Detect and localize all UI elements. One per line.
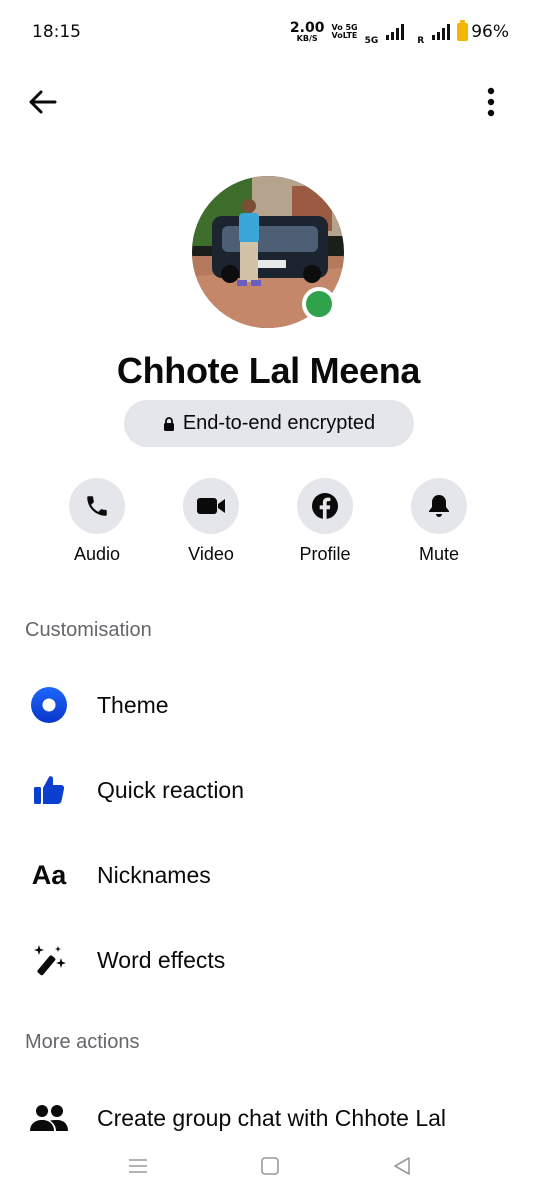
lock-icon — [163, 416, 174, 431]
mute-button[interactable]: Mute — [389, 478, 489, 565]
video-call-button[interactable]: Video — [161, 478, 261, 565]
encryption-label: End-to-end encrypted — [182, 412, 376, 434]
back-button[interactable] — [24, 84, 60, 120]
mute-label: Mute — [418, 544, 460, 564]
theme-row[interactable]: Theme — [0, 675, 537, 735]
network-speed-value: 2.00 — [289, 20, 325, 36]
more-vertical-icon — [487, 87, 495, 117]
bell-icon — [429, 495, 449, 517]
arrow-left-icon — [29, 90, 57, 114]
nicknames-aa-icon: Aa — [28, 854, 70, 896]
battery-indicator: 96% — [457, 20, 509, 42]
profile-button[interactable]: Profile — [275, 478, 375, 565]
network-speed-unit: KB/S — [296, 34, 318, 43]
aa-glyph: Aa — [31, 859, 67, 890]
home-square-icon — [261, 1157, 279, 1175]
quick-actions: Audio Video Profile Mute — [0, 478, 537, 568]
status-icons: 2.00 KB/S Vo 5G VoLTE 5G R 96% — [290, 18, 509, 46]
more-options-button[interactable] — [481, 84, 501, 120]
theme-circle-icon — [28, 684, 70, 726]
profile-circle — [297, 478, 353, 534]
encryption-badge[interactable]: End-to-end encrypted — [124, 400, 414, 447]
profile-label: Profile — [299, 544, 351, 564]
quick-reaction-row[interactable]: Quick reaction — [0, 760, 537, 820]
video-label: Video — [188, 544, 234, 564]
network-speed: 2.00 KB/S — [290, 21, 325, 43]
sim1-label: 5G — [364, 36, 379, 46]
recent-apps-button[interactable] — [124, 1154, 152, 1178]
online-status-dot — [302, 287, 336, 321]
nicknames-label: Nicknames — [97, 861, 211, 888]
people-icon — [28, 1097, 70, 1139]
profile-name: Chhote Lal Meena — [116, 350, 421, 391]
system-back-button[interactable] — [388, 1154, 416, 1178]
mute-circle — [411, 478, 467, 534]
video-camera-icon — [197, 498, 225, 514]
network-tech-2: VoLTE — [331, 31, 358, 40]
battery-icon — [457, 20, 469, 41]
signal-icon — [386, 24, 405, 40]
signal-icon — [432, 24, 451, 40]
status-time: 18:15 — [32, 22, 81, 42]
thumbs-up-icon — [28, 769, 70, 811]
battery-percent: 96% — [471, 22, 509, 42]
more-actions-title: More actions — [25, 1031, 140, 1053]
facebook-icon — [312, 493, 338, 519]
menu-icon — [129, 1159, 147, 1173]
audio-call-button[interactable]: Audio — [47, 478, 147, 565]
customisation-title: Customisation — [25, 619, 152, 641]
network-tech: Vo 5G VoLTE — [331, 23, 358, 41]
create-group-label: Create group chat with Chhote Lal — [97, 1104, 447, 1131]
magic-wand-icon — [28, 939, 70, 981]
status-bar: 18:15 2.00 KB/S Vo 5G VoLTE 5G R 96% — [0, 0, 537, 64]
home-button[interactable] — [256, 1154, 284, 1178]
phone-icon — [87, 496, 107, 516]
audio-circle — [69, 478, 125, 534]
sim2-label: R — [417, 36, 425, 46]
theme-label: Theme — [97, 691, 169, 718]
back-triangle-icon — [394, 1157, 410, 1175]
nicknames-row[interactable]: Aa Nicknames — [0, 845, 537, 905]
video-circle — [183, 478, 239, 534]
audio-label: Audio — [73, 544, 121, 564]
quick-reaction-label: Quick reaction — [97, 776, 245, 803]
create-group-row[interactable]: Create group chat with Chhote Lal — [0, 1088, 537, 1148]
word-effects-row[interactable]: Word effects — [0, 930, 537, 990]
word-effects-label: Word effects — [97, 946, 226, 973]
system-nav-bar — [0, 1146, 537, 1186]
